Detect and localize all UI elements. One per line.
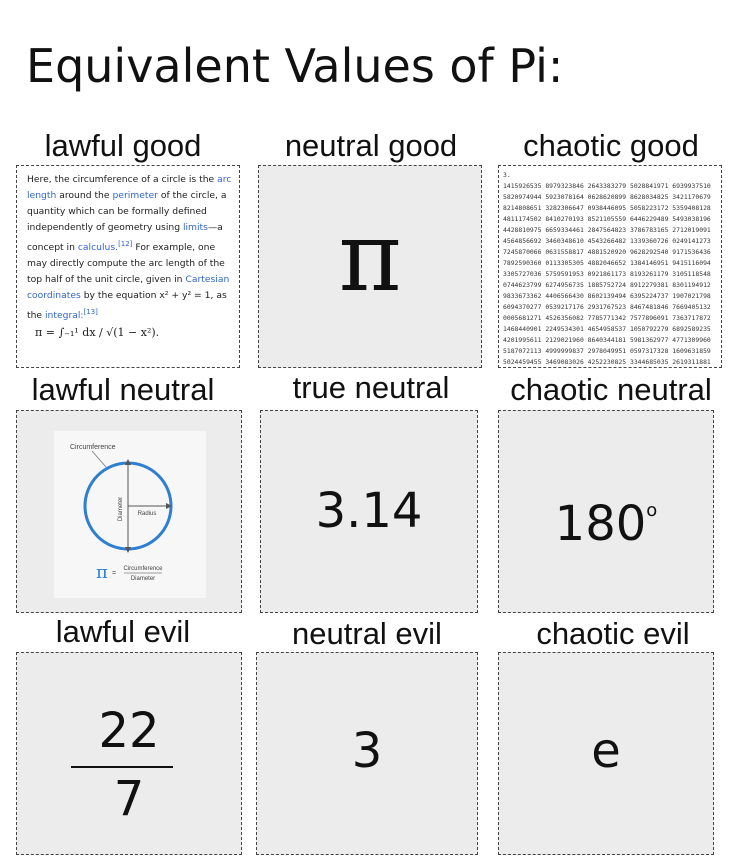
degree-symbol: o [646, 500, 658, 521]
label-lawful-evil: lawful evil [55, 614, 191, 649]
radius-label: Radius [138, 511, 157, 517]
pi-digit-row: 6094370277 0539217176 2931767523 8467481… [503, 303, 711, 311]
value-e: e [591, 723, 621, 779]
cell-lawful-neutral: Circumference Diameter Radius π = Circum… [16, 410, 242, 613]
fraction-denominator: 7 [113, 771, 145, 827]
formula-denominator: Diameter [131, 576, 155, 582]
circumference-label: Circumference [70, 444, 116, 451]
label-neutral-good: neutral good [284, 128, 458, 163]
cell-chaotic-good: 3. 1415926535 8979323846 2643383279 50288… [498, 165, 722, 368]
pi-digit-row: 9833673362 4406566430 8602139494 6395224… [503, 292, 711, 300]
cell-true-neutral: 3.14 [260, 410, 478, 613]
cell-neutral-good: π [258, 165, 482, 368]
pi-digit-row: 8214808651 3282306647 0938446095 5058223… [503, 204, 711, 212]
fraction-bar [71, 766, 173, 768]
link-limits[interactable]: limits [183, 222, 208, 233]
circle-diagram: Circumference Diameter Radius π = Circum… [54, 431, 206, 598]
pi-digit-row: 0744623799 6274956735 1885752724 8912279… [503, 281, 711, 289]
label-lawful-good: lawful good [44, 128, 202, 163]
value-3-14: 3.14 [315, 483, 423, 539]
pi-digit-row: 5820974944 5923078164 0628620899 8628034… [503, 193, 711, 201]
pi-digit-row: 4201995611 2129021960 8640344181 5981362… [503, 336, 711, 344]
fraction-numerator: 22 [98, 703, 160, 759]
pi-digit-row: 1415926535 8979323846 2643383279 5028841… [503, 182, 711, 190]
pi-digits: 3. 1415926535 8979323846 2643383279 50288… [503, 170, 719, 367]
diameter-label: Diameter [118, 497, 124, 521]
formula-equals: = [112, 570, 116, 577]
link-calculus[interactable]: calculus. [78, 242, 118, 253]
label-chaotic-evil: chaotic evil [536, 616, 690, 651]
integral-formula: π = ∫₋₁¹ dx / √(1 − x²). [35, 326, 160, 339]
link-integral[interactable]: integral: [45, 310, 84, 321]
value-180-degrees: 180o [554, 496, 658, 552]
page-title: Equivalent Values of Pi: [26, 39, 564, 93]
pi-digit-row: 3305727036 5759591953 0921861173 8193261… [503, 270, 711, 278]
value-3: 3 [351, 723, 383, 779]
pi-digit-row: 1468440901 2249534301 4654958537 1050792… [503, 325, 711, 333]
ref-13: [13] [83, 308, 98, 317]
circle-svg: Circumference Diameter Radius π = Circum… [70, 444, 173, 583]
link-perimeter[interactable]: perimeter [112, 190, 157, 201]
cell-chaotic-evil: e [498, 652, 714, 855]
label-neutral-evil: neutral evil [292, 616, 442, 651]
pi-digit-row: 4564856692 3460348610 4543266482 1339360… [503, 237, 711, 245]
cell-lawful-good: Here, the circumference of a circle is t… [16, 165, 240, 368]
pi-digit-row: 0005681271 4526356082 7785771342 7577896… [503, 314, 711, 322]
cell-chaotic-neutral: 180o [498, 410, 714, 613]
label-chaotic-neutral: chaotic neutral [510, 372, 712, 407]
circumference-pointer [91, 450, 107, 468]
cell-neutral-evil: 3 [256, 652, 478, 855]
pi-blue-symbol: π [96, 562, 108, 583]
label-lawful-neutral: lawful neutral [31, 372, 215, 407]
pi-digit-row: 3. [503, 171, 511, 179]
pi-digit-row: 7245870066 0631558817 4881520920 9628292… [503, 248, 711, 256]
wiki-excerpt: Here, the circumference of a circle is t… [27, 174, 232, 322]
cell-lawful-evil: 22 7 [16, 652, 242, 855]
pi-digit-row: 5024459455 3469083026 4252230825 3344685… [503, 358, 711, 366]
pi-symbol: π [338, 201, 402, 313]
label-chaotic-good: chaotic good [523, 128, 699, 163]
ref-12: [12] [118, 240, 133, 248]
pi-digit-row: 7892590360 0113305305 4882046652 1384146… [503, 259, 711, 267]
formula-numerator: Circumference [123, 566, 163, 572]
pi-digit-row: 4428810975 6659334461 2847564823 3786783… [503, 226, 711, 234]
pi-digit-row: 5187072113 4999999837 2978049951 0597317… [503, 347, 711, 355]
pi-digit-row: 4811174502 8410270193 8521105559 6446229… [503, 215, 711, 223]
label-true-neutral: true neutral [292, 370, 450, 405]
